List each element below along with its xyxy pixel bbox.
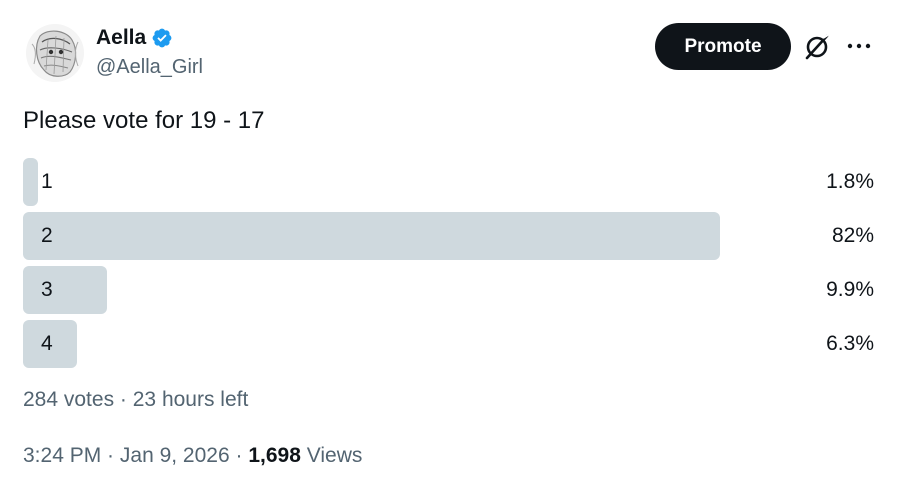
poll-option-label: 2 <box>41 224 53 247</box>
poll-votes: 284 votes <box>23 388 115 411</box>
poll-option-percent: 82% <box>831 224 874 247</box>
poll-option[interactable]: 1 1.8% <box>23 158 874 206</box>
poll-option[interactable]: 4 6.3% <box>23 320 874 368</box>
tweet-text: Please vote for 19 - 17 <box>23 107 265 134</box>
more-icon[interactable] <box>846 36 872 56</box>
poll-option-percent: 9.9% <box>826 278 874 301</box>
meta-separator: · <box>229 444 249 467</box>
author-display-name[interactable]: Aella <box>96 26 146 50</box>
author-handle[interactable]: @Aella_Girl <box>96 56 203 79</box>
poll-option[interactable]: 3 9.9% <box>23 266 874 314</box>
poll-option-label: 1 <box>41 170 53 193</box>
tweet-meta: 3:24 PM · Jan 9, 2026 · 1,698 Views <box>23 444 362 468</box>
author-name-row[interactable]: Aella <box>96 26 173 50</box>
poll-result-bar <box>23 158 39 206</box>
poll-meta-separator: · <box>114 388 133 411</box>
verified-badge-icon[interactable] <box>151 27 173 49</box>
poll-time-left: 23 hours left <box>132 388 249 411</box>
tweet-date[interactable]: Jan 9, 2026 <box>120 444 230 467</box>
poll: 1 1.8% 2 82% 3 9.9% 4 6.3% <box>23 158 874 374</box>
views-label: Views <box>306 444 363 467</box>
promote-button[interactable]: Promote <box>655 23 791 70</box>
grok-icon[interactable] <box>803 33 831 61</box>
poll-option-percent: 6.3% <box>826 332 874 355</box>
poll-option-percent: 1.8% <box>826 170 874 193</box>
meta-separator: · <box>101 444 120 467</box>
poll-option-label: 4 <box>41 332 53 355</box>
tweet-time[interactable]: 3:24 PM <box>23 444 101 467</box>
poll-result-bar <box>23 266 108 314</box>
poll-option[interactable]: 2 82% <box>23 212 874 260</box>
avatar[interactable] <box>26 24 84 82</box>
avatar-sketch-icon <box>26 24 84 82</box>
poll-option-label: 3 <box>41 278 53 301</box>
views-count: 1,698 <box>248 444 301 467</box>
poll-meta: 284 votes · 23 hours left <box>23 388 248 412</box>
poll-result-bar <box>23 212 720 260</box>
